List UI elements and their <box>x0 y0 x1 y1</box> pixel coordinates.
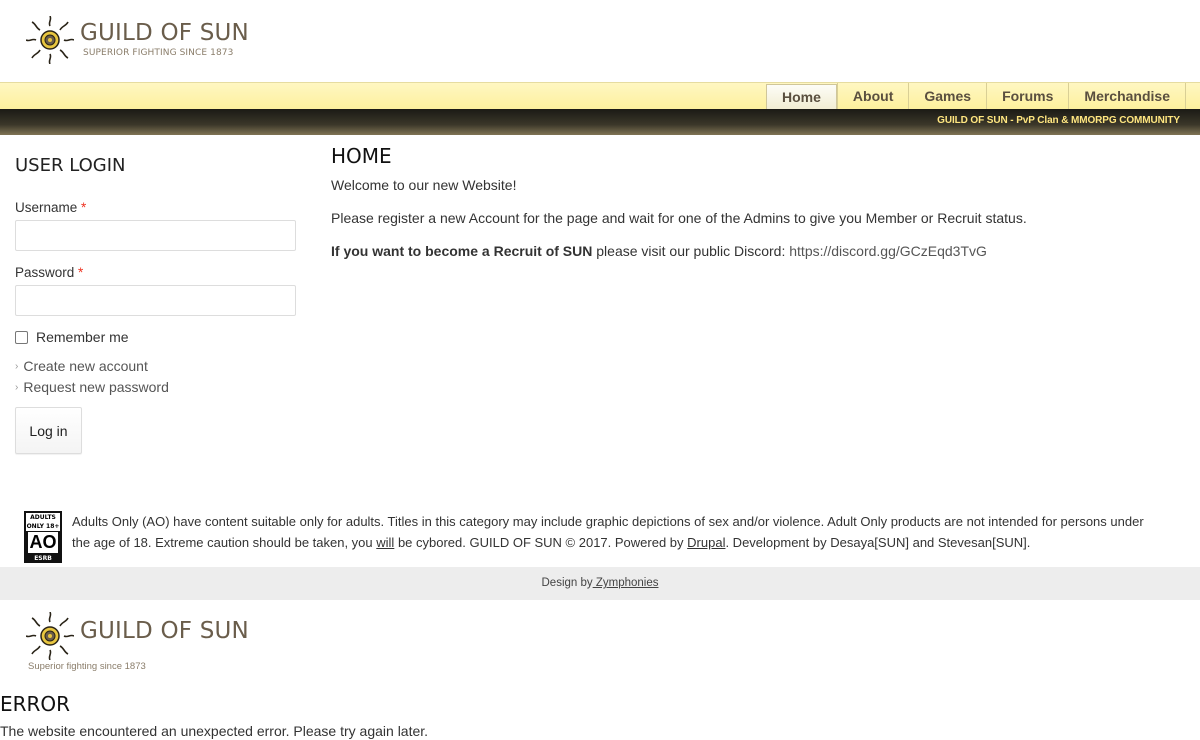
nav-item-about[interactable]: About <box>836 83 908 110</box>
design-label: Design by <box>541 577 593 589</box>
discord-link[interactable]: https://discord.gg/GCzEqd3TvG <box>789 243 987 259</box>
recruit-bold-text: If you want to become a Recruit of SUN <box>331 243 593 259</box>
banner-text: GUILD OF SUN - PvP Clan & MMORPG COMMUNI… <box>937 115 1180 126</box>
register-text: Please register a new Account for the pa… <box>331 210 1027 226</box>
password-label-text: Password <box>15 265 75 280</box>
username-input[interactable] <box>15 220 296 251</box>
create-account-link[interactable]: › Create new account <box>15 358 297 374</box>
nav-item-games[interactable]: Games <box>908 83 986 110</box>
rating-bottom-text: ESRB <box>34 555 52 562</box>
chevron-right-icon: › <box>15 360 19 372</box>
nav-item-home[interactable]: Home <box>766 84 837 110</box>
username-label: Username * <box>15 200 297 215</box>
login-block-title: USER LOGIN <box>15 155 126 176</box>
welcome-text: Welcome to our new Website! <box>331 177 517 193</box>
site-logo[interactable]: GUILD OF SUN SUPERIOR FIGHTING SINCE 187… <box>26 16 249 64</box>
site-header: GUILD OF SUN SUPERIOR FIGHTING SINCE 187… <box>0 0 1200 82</box>
design-credit-bar: Design by Zymphonies <box>0 567 1200 600</box>
remember-me-checkbox[interactable] <box>15 330 28 344</box>
required-marker: * <box>78 265 84 280</box>
error-message: The website encountered an unexpected er… <box>0 723 429 739</box>
login-button[interactable]: Log in <box>15 407 82 454</box>
error-title: ERROR <box>0 692 71 716</box>
remember-me-label: Remember me <box>36 329 129 345</box>
footer-disclaimer: Adults Only (AO) have content suitable o… <box>72 511 1152 553</box>
banner-bar: GUILD OF SUN - PvP Clan & MMORPG COMMUNI… <box>0 109 1200 135</box>
drupal-link[interactable]: Drupal <box>687 535 725 550</box>
nav-item-merchandise[interactable]: Merchandise <box>1068 83 1186 110</box>
chevron-right-icon: › <box>15 381 19 393</box>
rating-letters: AO <box>28 532 58 553</box>
required-marker: * <box>81 200 87 215</box>
error-site-logo[interactable]: GUILD OF SUN <box>25 611 249 664</box>
username-label-text: Username <box>15 200 78 215</box>
sun-logo-icon <box>26 16 74 64</box>
rating-top-text: ADULTS ONLY 18+ <box>26 513 60 531</box>
sun-logo-icon <box>25 611 75 661</box>
error-site-title[interactable]: GUILD OF SUN <box>80 618 249 644</box>
main-menu: Home About Games Forums Merchandise <box>766 83 1186 110</box>
main-navigation: Home About Games Forums Merchandise <box>0 82 1200 110</box>
page-title: HOME <box>331 144 392 168</box>
password-input[interactable] <box>15 285 296 316</box>
site-title[interactable]: GUILD OF SUN <box>80 20 249 46</box>
create-account-text[interactable]: Create new account <box>23 358 148 374</box>
ao-rating-icon: ADULTS ONLY 18+ AO ESRB <box>24 511 62 563</box>
request-password-link[interactable]: › Request new password <box>15 379 297 395</box>
error-site-slogan: Superior fighting since 1873 <box>28 661 146 672</box>
footer-text-part2: be cybored. GUILD OF SUN © 2017. Powered… <box>394 535 688 550</box>
nav-item-forums[interactable]: Forums <box>986 83 1068 110</box>
zymphonies-link[interactable]: Zymphonies <box>593 577 659 589</box>
footer-text-part3: . Development by Desaya[SUN] and Stevesa… <box>725 535 1031 550</box>
site-slogan: SUPERIOR FIGHTING SINCE 1873 <box>83 48 234 58</box>
request-password-text[interactable]: Request new password <box>23 379 169 395</box>
remember-me-row[interactable]: Remember me <box>15 329 297 345</box>
recruit-paragraph: If you want to become a Recruit of SUN p… <box>331 243 1191 259</box>
footer-will-text: will <box>376 535 395 550</box>
esrb-rating-badge: ADULTS ONLY 18+ AO ESRB <box>24 511 62 563</box>
password-label: Password * <box>15 265 297 280</box>
user-login-block: USER LOGIN Username * Password * Remembe… <box>15 155 297 454</box>
recruit-text: please visit our public Discord: <box>592 243 790 259</box>
main-content: HOME Welcome to our new Website! Please … <box>331 144 1191 259</box>
